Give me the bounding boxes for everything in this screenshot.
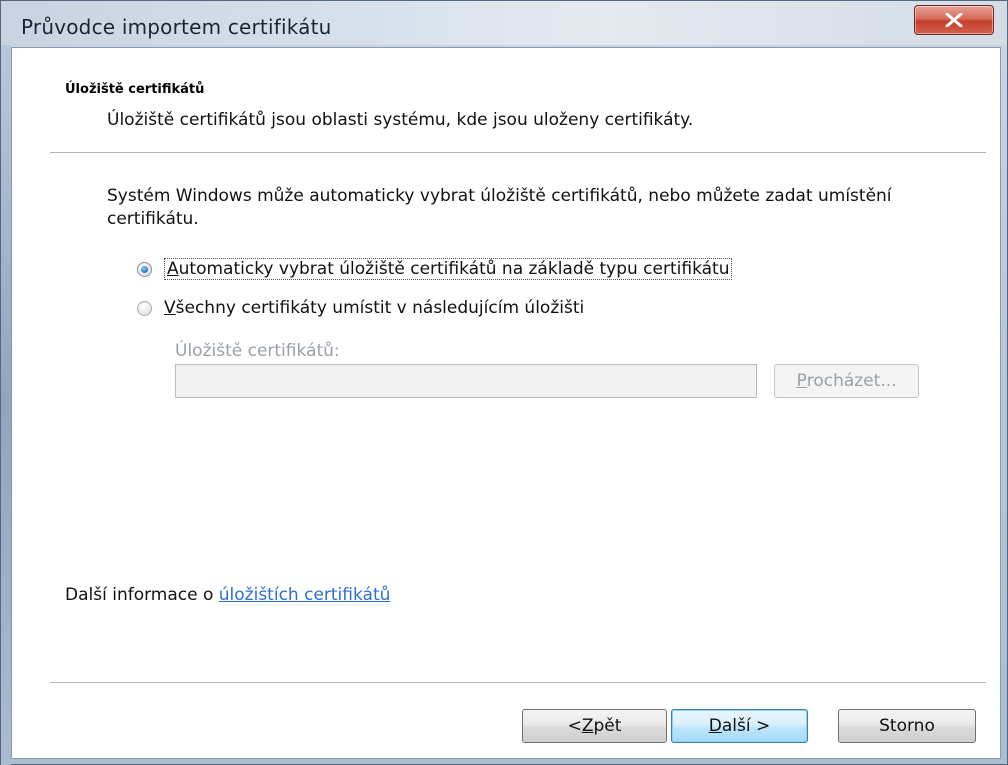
radio-place-in-store[interactable]: [137, 300, 152, 316]
option-auto-select[interactable]: Automaticky vybrat úložiště certifikátů …: [137, 258, 733, 280]
page-description: Úložiště certifikátů jsou oblasti systém…: [107, 110, 694, 130]
more-info-link[interactable]: úložištích certifikátů: [219, 585, 391, 605]
intro-text: Systém Windows může automaticky vybrat ú…: [107, 186, 892, 229]
close-icon: [945, 13, 963, 27]
radio-auto-select[interactable]: [137, 261, 152, 277]
back-button[interactable]: < Zpět: [522, 709, 667, 743]
store-input[interactable]: [175, 364, 757, 398]
more-info-text: Další informace o úložištích certifikátů: [65, 585, 391, 605]
window-frame-edge: [1, 45, 11, 765]
cancel-button[interactable]: Storno: [838, 709, 976, 743]
close-button[interactable]: [914, 5, 994, 35]
wizard-client-area: Úložiště certifikátů Úložiště certifikát…: [11, 47, 1001, 759]
option-auto-select-label[interactable]: Automaticky vybrat úložiště certifikátů …: [164, 258, 733, 280]
window-title: Průvodce importem certifikátu: [21, 15, 332, 39]
page-title: Úložiště certifikátů: [65, 82, 205, 97]
option-place-in-store[interactable]: Všechny certifikáty umístit v následujíc…: [137, 298, 584, 318]
next-button[interactable]: Další >: [671, 709, 808, 743]
browse-button[interactable]: Procházet...: [774, 364, 919, 398]
wizard-window: Průvodce importem certifikátu Úložiště c…: [0, 0, 1008, 765]
store-field-label: Úložiště certifikátů:: [175, 341, 340, 361]
title-bar[interactable]: Průvodce importem certifikátu: [1, 1, 1007, 45]
footer-divider: [50, 682, 986, 683]
option-place-in-store-label[interactable]: Všechny certifikáty umístit v následujíc…: [164, 298, 584, 318]
header-divider: [50, 152, 986, 153]
